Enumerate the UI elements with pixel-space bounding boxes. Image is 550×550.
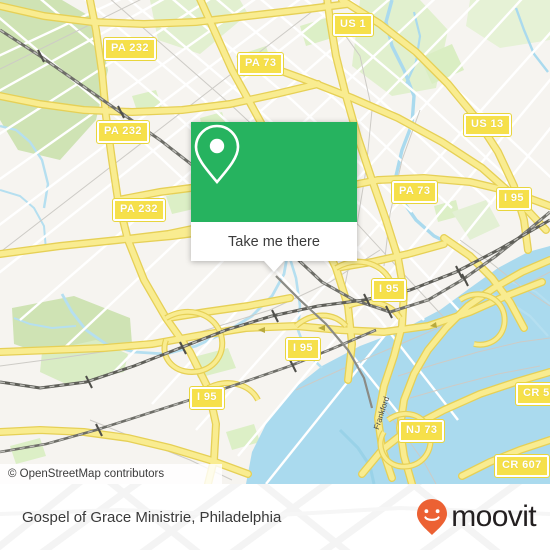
road-shield[interactable]: US 13	[463, 113, 512, 137]
road-shield[interactable]: PA 232	[103, 37, 157, 61]
road-shield[interactable]: PA 73	[236, 52, 285, 76]
road-shield[interactable]: CR 543	[515, 382, 550, 406]
road-shield[interactable]: CR 607	[494, 454, 550, 478]
road-shield[interactable]: I 95	[371, 278, 407, 302]
road-shield[interactable]: PA 232	[112, 198, 166, 222]
location-popup-card[interactable]: Take me there	[191, 122, 357, 272]
road-shield[interactable]: I 95	[189, 386, 225, 410]
road-shield[interactable]: US 1	[331, 13, 375, 37]
road-shield[interactable]: NJ 73	[397, 419, 446, 443]
road-shield[interactable]: PA 73	[390, 180, 439, 204]
map-canvas[interactable]: US 1 PA 232 PA 73 US 13 PA 232 PA 73 I 9…	[0, 0, 550, 484]
road-shield[interactable]: I 95	[496, 187, 532, 211]
map-attribution[interactable]: © OpenStreetMap contributors	[0, 464, 222, 484]
footer-bar: Gospel of Grace Ministrie, Philadelphia …	[0, 484, 550, 550]
popup-pointer-tail	[264, 261, 284, 272]
attribution-text: © OpenStreetMap contributors	[8, 468, 165, 480]
popup-pin-area	[191, 122, 357, 222]
page-title: Gospel of Grace Ministrie, Philadelphia	[22, 508, 282, 526]
take-me-there-label: Take me there	[228, 233, 320, 250]
moovit-wordmark: moovit	[451, 500, 536, 533]
road-shield[interactable]: PA 232	[96, 120, 150, 144]
location-pin-icon	[194, 124, 240, 185]
moovit-logo[interactable]: moovit	[415, 498, 537, 536]
popup-action-area[interactable]: Take me there	[191, 222, 357, 261]
moovit-smiley-pin-icon	[417, 499, 448, 535]
map-screenshot: US 1 PA 232 PA 73 US 13 PA 232 PA 73 I 9…	[0, 0, 550, 550]
road-shield[interactable]: I 95	[285, 337, 321, 361]
